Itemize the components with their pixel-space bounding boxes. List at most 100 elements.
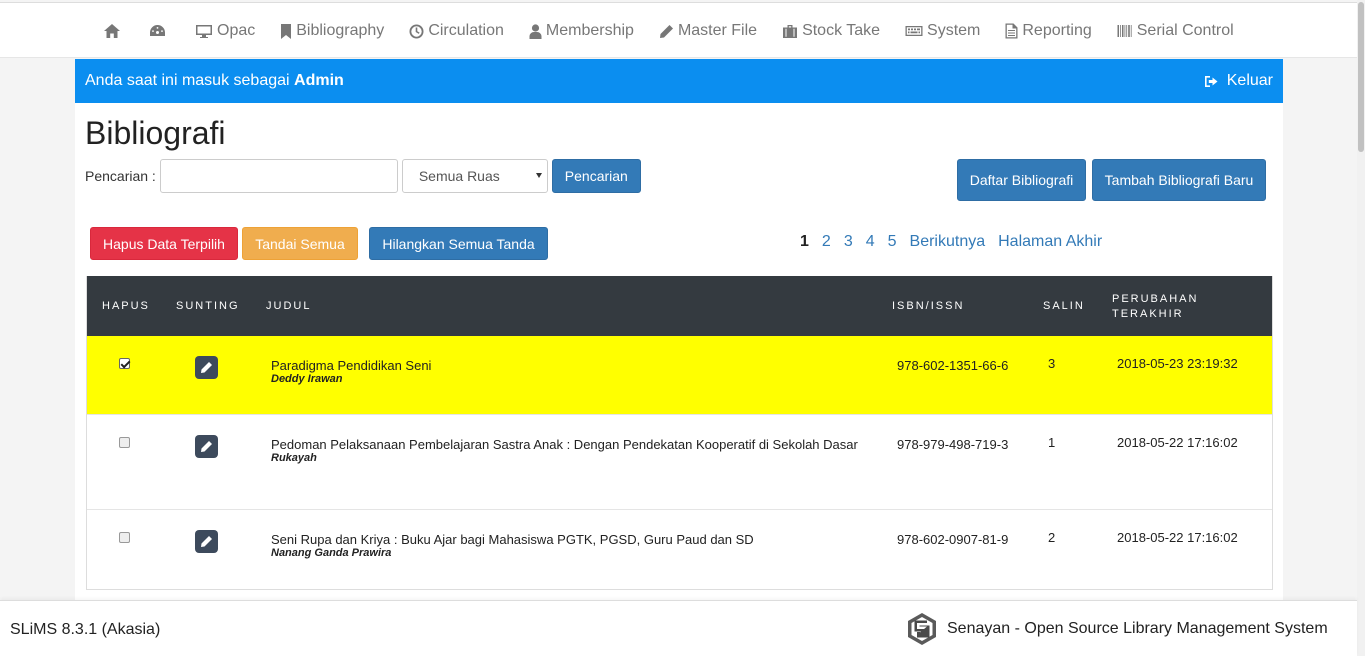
page-link[interactable]: 5 <box>888 233 897 251</box>
mark-all-button[interactable]: Tandai Semua <box>242 227 358 260</box>
header-modified-line1: PERUBAHAN <box>1112 293 1199 305</box>
nav-dashboard[interactable] <box>149 24 170 38</box>
caret-down-icon <box>535 173 542 178</box>
page-link[interactable]: 3 <box>844 233 853 251</box>
edit-pencil-icon <box>201 536 212 547</box>
pencil-icon <box>659 24 673 38</box>
barcode-icon <box>1117 25 1132 37</box>
page-scrollbar-thumb[interactable] <box>1358 2 1364 152</box>
desktop-icon <box>196 24 212 38</box>
login-info-text: Anda saat ini masuk sebagai Admin <box>85 72 344 90</box>
dashboard-icon <box>150 25 165 36</box>
table-row[interactable]: Paradigma Pendidikan Seni Deddy Irawan 9… <box>87 336 1272 414</box>
keyboard-icon <box>905 26 923 36</box>
nav-circulation[interactable]: Circulation <box>409 22 504 40</box>
nav-master-file[interactable]: Master File <box>659 22 757 40</box>
nav-serial-control[interactable]: Serial Control <box>1117 22 1234 40</box>
edit-pencil-icon <box>201 441 212 452</box>
header-modified[interactable]: PERUBAHAN TERAKHIR <box>1112 292 1198 322</box>
search-form: Pencarian : Semua Ruas Pencarian <box>85 159 641 193</box>
briefcase-icon <box>783 24 798 38</box>
field-select-value: Semua Ruas <box>418 168 500 184</box>
table-header: HAPUS SUNTING JUDUL ISBN/ISSN SALIN PERU… <box>87 276 1272 336</box>
header-delete: HAPUS <box>102 300 150 312</box>
page-link[interactable]: 2 <box>822 233 831 251</box>
table-row[interactable]: Pedoman Pelaksanaan Pembelajaran Sastra … <box>87 414 1272 509</box>
page-link[interactable]: 4 <box>866 233 875 251</box>
login-info-prefix: Anda saat ini masuk sebagai <box>85 72 290 89</box>
edit-button[interactable] <box>195 530 218 553</box>
bookmark-icon <box>281 23 292 39</box>
edit-button[interactable] <box>195 356 218 379</box>
nav-bibliography[interactable]: Bibliography <box>280 22 384 40</box>
header-title[interactable]: JUDUL <box>266 299 311 314</box>
footer: SLiMS 8.3.1 (Akasia) Senayan - Open Sour… <box>0 600 1357 656</box>
page-title: Bibliografi <box>85 115 226 151</box>
nav-serial-control-label: Serial Control <box>1136 22 1234 39</box>
nav-system-label: System <box>927 22 981 39</box>
nav-reporting-label: Reporting <box>1022 22 1092 39</box>
row-title[interactable]: Pedoman Pelaksanaan Pembelajaran Sastra … <box>271 435 861 454</box>
header-edit: SUNTING <box>176 300 240 312</box>
nav-bibliography-label: Bibliography <box>296 22 385 39</box>
nav-stock-take[interactable]: Stock Take <box>782 22 880 40</box>
nav-reporting[interactable]: Reporting <box>1005 22 1092 40</box>
main-panel: Anda saat ini masuk sebagai Admin Keluar… <box>75 59 1283 619</box>
login-user: Admin <box>294 72 344 89</box>
field-select[interactable]: Semua Ruas <box>401 159 548 193</box>
nav-stock-take-label: Stock Take <box>802 22 881 39</box>
search-label: Pencarian : <box>85 168 156 184</box>
nav-home[interactable] <box>104 24 124 38</box>
nav-opac-label: Opac <box>217 22 256 39</box>
nav-membership[interactable]: Membership <box>529 22 634 40</box>
pagination: 1 2 3 4 5 Berikutnya Halaman Akhir <box>800 233 1115 251</box>
row-title-cell: Pedoman Pelaksanaan Pembelajaran Sastra … <box>271 435 861 464</box>
row-checkbox[interactable] <box>119 437 130 448</box>
user-icon <box>529 23 542 39</box>
search-input[interactable] <box>159 159 398 193</box>
row-isbn: 978-979-498-719-3 <box>897 437 1009 452</box>
row-title-cell: Seni Rupa dan Kriya : Buku Ajar bagi Mah… <box>271 530 754 559</box>
edit-pencil-icon <box>201 362 212 373</box>
unmark-all-button[interactable]: Hilangkan Semua Tanda <box>369 227 548 260</box>
logout-link[interactable]: Keluar <box>1204 72 1273 90</box>
logout-label: Keluar <box>1226 72 1273 89</box>
row-modified: 2018-05-23 23:19:32 <box>1117 356 1238 371</box>
clock-icon <box>409 24 424 38</box>
row-checkbox[interactable] <box>119 358 130 369</box>
page-current: 1 <box>800 233 809 250</box>
nav-circulation-label: Circulation <box>428 22 504 39</box>
edit-button[interactable] <box>195 435 218 458</box>
nav-membership-label: Membership <box>545 22 634 39</box>
nav-opac[interactable]: Opac <box>195 22 255 40</box>
header-isbn[interactable]: ISBN/ISSN <box>892 299 964 314</box>
row-modified: 2018-05-22 17:16:02 <box>1117 435 1238 450</box>
header-modified-line2: TERAKHIR <box>1112 308 1184 320</box>
search-button[interactable]: Pencarian <box>551 159 641 193</box>
add-bibliography-button[interactable]: Tambah Bibliografi Baru <box>1092 159 1266 201</box>
home-icon <box>104 24 120 38</box>
sign-out-icon <box>1204 75 1218 87</box>
app-version: SLiMS 8.3.1 (Akasia) <box>10 621 161 638</box>
row-copies: 3 <box>1048 356 1056 371</box>
table-row[interactable]: Seni Rupa dan Kriya : Buku Ajar bagi Mah… <box>87 509 1272 589</box>
file-icon <box>1005 23 1018 39</box>
login-info-bar: Anda saat ini masuk sebagai Admin Keluar <box>75 59 1283 103</box>
bibliography-list-button[interactable]: Daftar Bibliografi <box>957 159 1086 201</box>
page-last[interactable]: Halaman Akhir <box>998 233 1102 251</box>
row-copies: 2 <box>1048 530 1056 545</box>
nav-system[interactable]: System <box>905 22 980 40</box>
header-copies[interactable]: SALIN <box>1043 299 1085 314</box>
top-navbar: Opac Bibliography Circulation Membership… <box>0 2 1357 58</box>
row-copies: 1 <box>1048 435 1056 450</box>
page-scrollbar[interactable] <box>1357 0 1365 656</box>
nav-menu: Opac Bibliography Circulation Membership… <box>104 3 1259 59</box>
nav-master-file-label: Master File <box>677 22 758 39</box>
senayan-logo-icon <box>908 613 936 645</box>
delete-selected-button[interactable]: Hapus Data Terpilih <box>90 227 238 260</box>
footer-brand-text: Senayan - Open Source Library Management… <box>947 620 1328 637</box>
row-isbn: 978-602-0907-81-9 <box>897 532 1009 547</box>
row-title-cell: Paradigma Pendidikan Seni Deddy Irawan <box>271 356 431 385</box>
row-checkbox[interactable] <box>119 532 130 543</box>
page-next[interactable]: Berikutnya <box>910 233 986 251</box>
